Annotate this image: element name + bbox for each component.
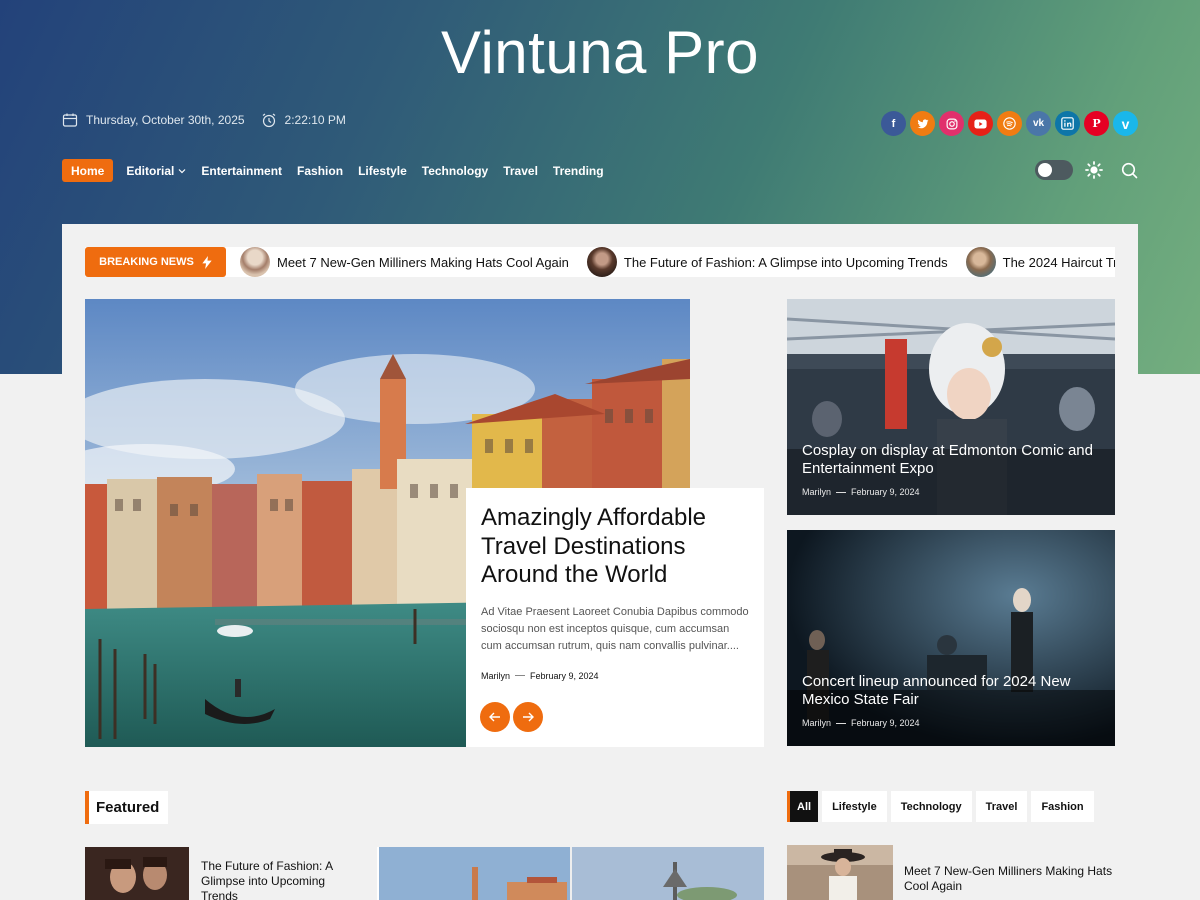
- date-display: Thursday, October 30th, 2025: [62, 112, 245, 128]
- chevron-down-icon: [178, 168, 186, 174]
- breaking-news-title: Meet 7 New-Gen Milliners Making Hats Coo…: [277, 254, 569, 270]
- breaking-news-item[interactable]: The 2024 Haircut Trends: [965, 247, 1115, 277]
- time-text: 2:22:10 PM: [284, 113, 346, 127]
- social-links: f vk P v: [881, 111, 1138, 136]
- calendar-icon: [62, 112, 78, 128]
- breaking-news-track: Meet 7 New-Gen Milliners Making Hats Coo…: [240, 247, 1115, 277]
- nav-item-travel[interactable]: Travel: [503, 164, 538, 178]
- main-story-excerpt: Ad Vitae Praesent Laoreet Conubia Dapibu…: [481, 605, 749, 652]
- date-time-bar: Thursday, October 30th, 2025 2:22:10 PM: [62, 112, 362, 128]
- breaking-news-label-text: BREAKING NEWS: [99, 256, 194, 268]
- haircut-thumbnail: [965, 247, 996, 277]
- breaking-news-title: The 2024 Haircut Trends: [1002, 254, 1115, 270]
- site-title[interactable]: Vintuna Pro: [0, 18, 1200, 87]
- breaking-news-title: The Future of Fashion: A Glimpse into Up…: [623, 254, 948, 270]
- instagram-icon[interactable]: [939, 111, 964, 136]
- twitter-icon[interactable]: [910, 111, 935, 136]
- breaking-news-item[interactable]: Meet 7 New-Gen Milliners Making Hats Coo…: [240, 247, 569, 277]
- side-story-caption: Concert lineup announced for 2024 New Me…: [802, 673, 1095, 728]
- date-text: Thursday, October 30th, 2025: [86, 113, 245, 127]
- filter-fashion[interactable]: Fashion: [1031, 791, 1094, 822]
- author-name[interactable]: Marilyn: [802, 487, 831, 497]
- vk-icon[interactable]: vk: [1026, 111, 1051, 136]
- dark-mode-toggle[interactable]: [1035, 160, 1073, 180]
- nav-item-trending[interactable]: Trending: [553, 164, 604, 178]
- side-story-title[interactable]: Cosplay on display at Edmonton Comic and…: [802, 442, 1095, 478]
- byline-separator: [836, 491, 847, 493]
- prev-button[interactable]: [480, 702, 510, 732]
- post-date[interactable]: February 9, 2024: [851, 487, 920, 497]
- youtube-icon[interactable]: [968, 111, 993, 136]
- nav-item-lifestyle[interactable]: Lifestyle: [358, 164, 407, 178]
- sun-icon[interactable]: [1085, 161, 1103, 179]
- milliners-thumbnail: [240, 247, 270, 277]
- post-date[interactable]: February 9, 2024: [530, 671, 599, 681]
- arrow-right-icon: [523, 712, 534, 722]
- featured-heading: Featured: [85, 791, 169, 824]
- main-story-card: Amazingly Affordable Travel Destinations…: [466, 488, 764, 747]
- side-story-byline: Marilyn February 9, 2024: [802, 487, 1095, 497]
- spotify-icon[interactable]: [997, 111, 1022, 136]
- alarm-clock-icon: [261, 112, 277, 128]
- author-name[interactable]: Marilyn: [481, 671, 510, 681]
- nav-item-home[interactable]: Home: [62, 159, 114, 182]
- header-tools: [1035, 160, 1138, 180]
- breaking-news-item[interactable]: The Future of Fashion: A Glimpse into Up…: [586, 247, 948, 277]
- main-story-title[interactable]: Amazingly Affordable Travel Destinations…: [481, 504, 749, 590]
- byline-separator: [515, 675, 526, 676]
- filter-technology[interactable]: Technology: [890, 791, 972, 822]
- featured-thumbnail[interactable]: [85, 847, 189, 900]
- filter-lifestyle[interactable]: Lifestyle: [822, 791, 887, 822]
- pinterest-icon[interactable]: P: [1084, 111, 1109, 136]
- filter-travel[interactable]: Travel: [975, 791, 1028, 822]
- vimeo-icon[interactable]: v: [1113, 111, 1138, 136]
- featured-side-thumbnail[interactable]: [787, 845, 893, 900]
- slider-controls: [480, 702, 543, 732]
- breaking-news-label: BREAKING NEWS: [85, 247, 226, 277]
- filter-all[interactable]: All: [787, 791, 819, 822]
- post-date[interactable]: February 9, 2024: [851, 718, 920, 728]
- main-nav: Home Editorial Entertainment Fashion Lif…: [62, 159, 604, 182]
- side-story-title[interactable]: Concert lineup announced for 2024 New Me…: [802, 673, 1095, 709]
- side-story-caption: Cosplay on display at Edmonton Comic and…: [802, 442, 1095, 497]
- category-filters: All Lifestyle Technology Travel Fashion: [787, 791, 1094, 822]
- time-display: 2:22:10 PM: [261, 112, 346, 128]
- main-story-byline: Marilyn February 9, 2024: [481, 671, 749, 681]
- arrow-left-icon: [489, 712, 500, 722]
- breaking-news-ticker: BREAKING NEWS Meet 7 New-Gen Milliners M…: [85, 247, 1115, 277]
- nav-item-entertainment[interactable]: Entertainment: [201, 164, 282, 178]
- search-icon[interactable]: [1121, 162, 1138, 179]
- next-button[interactable]: [513, 702, 543, 732]
- linkedin-icon[interactable]: [1055, 111, 1080, 136]
- featured-item-title[interactable]: The Future of Fashion: A Glimpse into Up…: [201, 859, 361, 900]
- side-story-card[interactable]: Cosplay on display at Edmonton Comic and…: [787, 299, 1115, 515]
- side-story-card[interactable]: Concert lineup announced for 2024 New Me…: [787, 530, 1115, 746]
- featured-image[interactable]: [377, 847, 764, 900]
- side-story-byline: Marilyn February 9, 2024: [802, 718, 1095, 728]
- byline-separator: [836, 722, 847, 724]
- nav-item-fashion[interactable]: Fashion: [297, 164, 343, 178]
- author-name[interactable]: Marilyn: [802, 718, 831, 728]
- lightning-icon: [202, 255, 212, 269]
- nav-item-editorial-label: Editorial: [126, 163, 175, 178]
- nav-item-editorial[interactable]: Editorial: [126, 164, 186, 178]
- nav-item-technology[interactable]: Technology: [422, 164, 488, 178]
- fashion-thumbnail: [586, 247, 617, 277]
- facebook-icon[interactable]: f: [881, 111, 906, 136]
- featured-side-title[interactable]: Meet 7 New-Gen Milliners Making Hats Coo…: [904, 864, 1114, 894]
